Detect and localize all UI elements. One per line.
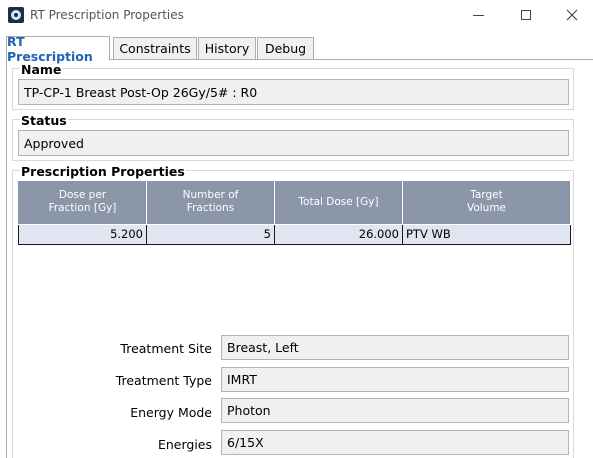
- energy-mode-field[interactable]: Photon: [221, 398, 569, 423]
- maximize-icon: [521, 10, 531, 20]
- table-cell-total-dose[interactable]: 26.000: [274, 223, 403, 245]
- title-bar: RT Prescription Properties: [0, 0, 593, 31]
- energies-label: Energies: [157, 437, 212, 452]
- table-row[interactable]: 5.200 5 26.000 PTV WB: [18, 223, 571, 245]
- column-header-number-of-fractions[interactable]: Number of Fractions: [146, 181, 275, 225]
- energies-field[interactable]: 6/15X: [221, 430, 569, 455]
- column-header-dose-per-fraction[interactable]: Dose per Fraction [Gy]: [18, 181, 147, 225]
- maximize-button[interactable]: [503, 0, 549, 30]
- header-line: Fraction [Gy]: [48, 202, 117, 215]
- header-line: Dose per: [58, 189, 107, 202]
- close-button[interactable]: [549, 0, 593, 30]
- prescription-properties-label: Prescription Properties: [20, 164, 186, 179]
- energy-mode-label: Energy Mode: [130, 405, 212, 420]
- app-logo-icon: [8, 7, 24, 23]
- table-cell-number-of-fractions[interactable]: 5: [146, 223, 275, 245]
- table-cell-target-volume[interactable]: PTV WB: [402, 223, 571, 245]
- header-line: Target: [470, 189, 503, 202]
- minimize-button[interactable]: [455, 0, 501, 30]
- tab-debug[interactable]: Debug: [257, 37, 314, 59]
- status-field[interactable]: Approved: [18, 130, 569, 156]
- tab-history[interactable]: History: [198, 37, 256, 59]
- table-cell-dose-per-fraction[interactable]: 5.200: [18, 223, 147, 245]
- header-line: Fractions: [186, 202, 235, 215]
- header-line: Volume: [466, 202, 507, 215]
- column-header-target-volume[interactable]: Target Volume: [402, 181, 571, 225]
- minimize-icon: [472, 14, 484, 16]
- column-header-total-dose[interactable]: Total Dose [Gy]: [274, 181, 403, 225]
- name-field[interactable]: TP-CP-1 Breast Post-Op 26Gy/5# : R0: [18, 79, 569, 105]
- header-line: Total Dose [Gy]: [298, 195, 379, 208]
- header-line: Number of: [182, 189, 239, 202]
- tab-constraints[interactable]: Constraints: [113, 37, 197, 59]
- prescription-table: Dose per Fraction [Gy] Number of Fractio…: [18, 181, 571, 245]
- treatment-site-field[interactable]: Breast, Left: [221, 335, 569, 360]
- treatment-site-label: Treatment Site: [120, 341, 212, 356]
- treatment-type-field[interactable]: IMRT: [221, 367, 569, 392]
- treatment-type-label: Treatment Type: [115, 373, 212, 388]
- window-title: RT Prescription Properties: [30, 8, 184, 22]
- close-icon: [566, 9, 578, 21]
- name-group-label: Name: [20, 62, 63, 77]
- tab-rt-prescription[interactable]: RT Prescription: [6, 34, 110, 64]
- status-group-label: Status: [20, 113, 68, 128]
